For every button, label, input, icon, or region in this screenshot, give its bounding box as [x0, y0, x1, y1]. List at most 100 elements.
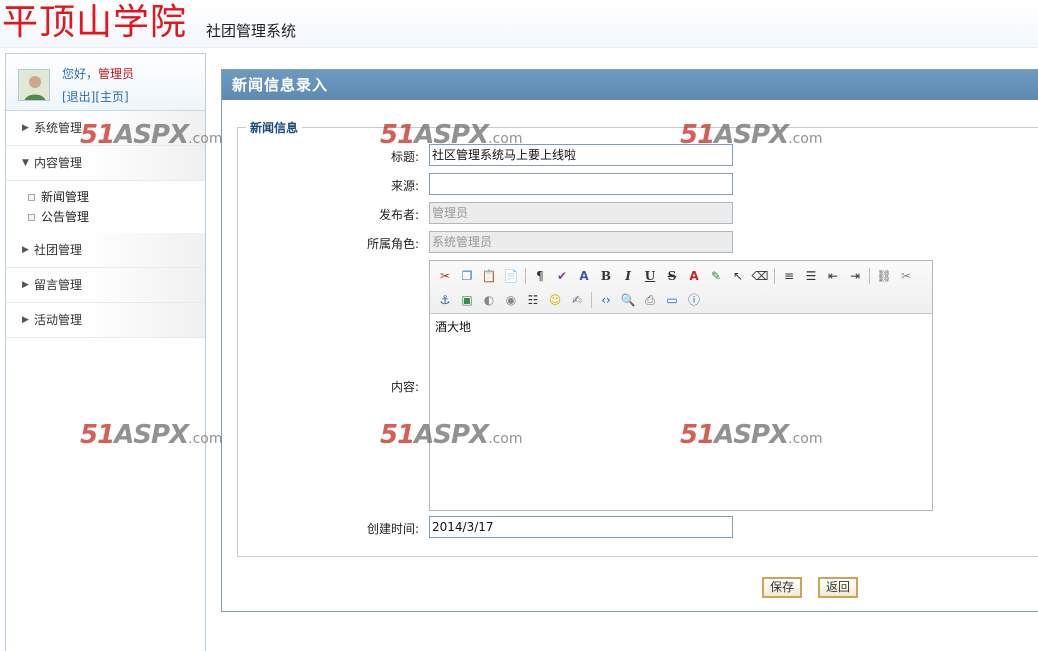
watermark: 51ASPX.com: [380, 120, 523, 150]
link-icon[interactable]: ⛓: [873, 266, 895, 286]
username: 管理员: [98, 67, 135, 81]
underline-icon[interactable]: U: [639, 266, 661, 286]
paragraph-icon[interactable]: ¶: [529, 266, 551, 286]
watermark-gray: ASPX: [714, 420, 789, 450]
menu-activity[interactable]: ▶ 活动管理: [6, 303, 205, 338]
watermark-red: 51: [380, 420, 415, 450]
watermark: 51ASPX.com: [380, 420, 523, 450]
submenu-news-label: 新闻管理: [41, 190, 90, 204]
menu-content-label: 内容管理: [34, 156, 83, 170]
title-label: 标题:: [390, 150, 419, 164]
toolbar-separator: [591, 292, 592, 308]
school-logo-text: 平顶山学院: [2, 2, 188, 43]
watermark-suffix: .com: [788, 131, 823, 147]
submenu-notice-label: 公告管理: [41, 210, 90, 224]
watermark-red: 51: [80, 120, 115, 150]
font-color-icon[interactable]: A: [683, 266, 705, 286]
bullet-icon: [28, 194, 35, 201]
caret-down-icon: ▼: [22, 158, 29, 168]
watermark-gray: ASPX: [414, 420, 489, 450]
select-icon[interactable]: ↖: [727, 266, 749, 286]
created-time-input[interactable]: 2014/3/17: [429, 516, 733, 538]
hr-icon[interactable]: ☷: [522, 290, 544, 310]
unlink-icon[interactable]: ✂: [895, 266, 917, 286]
home-link[interactable]: [主页]: [95, 90, 128, 104]
content-label: 内容:: [390, 380, 419, 394]
source-input[interactable]: [429, 173, 733, 195]
menu-club[interactable]: ▶ 社团管理: [6, 233, 205, 268]
watermark-red: 51: [80, 420, 115, 450]
source-code-icon[interactable]: ‹›: [595, 290, 617, 310]
fieldset-legend: 新闻信息: [246, 119, 303, 136]
italic-icon[interactable]: I: [617, 266, 639, 286]
publisher-label: 发布者:: [378, 208, 419, 222]
watermark-gray: ASPX: [114, 420, 189, 450]
about-icon[interactable]: ⓘ: [683, 290, 705, 310]
highlight-icon[interactable]: ✎: [705, 266, 727, 286]
watermark-gray: ASPX: [114, 120, 189, 150]
watermark-gray: ASPX: [714, 120, 789, 150]
outdent-icon[interactable]: ⇤: [822, 266, 844, 286]
watermark: 51ASPX.com: [680, 120, 823, 150]
submenu-item-news[interactable]: 新闻管理: [28, 187, 205, 207]
print-icon[interactable]: ⎙: [639, 290, 661, 310]
cut-icon[interactable]: ✂: [434, 266, 456, 286]
editor-content-area[interactable]: 酒大地: [430, 314, 932, 339]
watermark-suffix: .com: [188, 131, 223, 147]
user-links: [退出][主页]: [62, 88, 129, 105]
main-panel: 新闻信息录入 新闻信息 标题: 社区管理系统马上要上线啦 来源: 发布者: 管理…: [221, 69, 1038, 612]
rich-text-editor: ✂ ❐ 📋 📄 ¶ ✔ A B I U S A ✎ ↖ ⌫ ≡ ☰ ⇤ ⇥ ⛓ …: [429, 260, 933, 511]
watermark: 51ASPX.com: [80, 420, 223, 450]
toolbar-row-2: ⚓ ▣ ◐ ◉ ☷ ☺ ✍ ‹› 🔍 ⎙ ▭ ⓘ: [434, 288, 928, 312]
header-bar: 平顶山学院 社团管理系统: [0, 0, 1038, 48]
caret-right-icon: ▶: [22, 280, 29, 290]
fullscreen-icon[interactable]: ▭: [661, 290, 683, 310]
image-icon[interactable]: ▣: [456, 290, 478, 310]
flash-icon[interactable]: ◐: [478, 290, 500, 310]
menu-system-label: 系统管理: [34, 121, 83, 135]
user-avatar-icon: [19, 70, 49, 100]
system-subtitle: 社团管理系统: [206, 22, 297, 40]
copy-icon[interactable]: ❐: [456, 266, 478, 286]
paste-icon[interactable]: 📋: [478, 266, 500, 286]
align-left-icon[interactable]: ≡: [778, 266, 800, 286]
media-icon[interactable]: ◉: [500, 290, 522, 310]
preview-icon[interactable]: 🔍: [617, 290, 639, 310]
emoticon-icon[interactable]: ☺: [544, 290, 566, 310]
form-icon[interactable]: ✍: [566, 290, 588, 310]
back-button[interactable]: 返回: [818, 577, 859, 598]
caret-right-icon: ▶: [22, 315, 29, 325]
list-icon[interactable]: ☰: [800, 266, 822, 286]
publisher-input: 管理员: [429, 202, 733, 224]
avatar: [18, 69, 50, 101]
content-submenu: 新闻管理 公告管理: [6, 181, 205, 233]
bold-icon[interactable]: B: [595, 266, 617, 286]
page: 平顶山学院 社团管理系统 您好，管理员 [退出][主页] ▶ 系统管理 ▼ 内容…: [0, 0, 1038, 651]
spellcheck-icon[interactable]: ✔: [551, 266, 573, 286]
role-label: 所属角色:: [366, 237, 419, 251]
menu-message[interactable]: ▶ 留言管理: [6, 268, 205, 303]
save-button[interactable]: 保存: [762, 577, 803, 598]
greeting: 您好，管理员: [62, 65, 134, 82]
indent-icon[interactable]: ⇥: [844, 266, 866, 286]
created-label: 创建时间:: [366, 522, 419, 536]
greeting-text: 您好，: [62, 67, 99, 81]
watermark-gray: ASPX: [414, 120, 489, 150]
strikethrough-icon[interactable]: S: [661, 266, 683, 286]
role-input: 系统管理员: [429, 231, 733, 253]
menu-content[interactable]: ▼ 内容管理: [6, 146, 205, 181]
source-label: 来源:: [390, 179, 419, 193]
watermark: 51ASPX.com: [680, 420, 823, 450]
panel-title: 新闻信息录入: [222, 70, 1038, 100]
paste-text-icon[interactable]: 📄: [500, 266, 522, 286]
toolbar-separator: [525, 268, 526, 284]
caret-right-icon: ▶: [22, 245, 29, 255]
logout-link[interactable]: [退出]: [62, 90, 95, 104]
anchor-icon[interactable]: ⚓: [434, 290, 456, 310]
font-size-icon[interactable]: A: [573, 266, 595, 286]
editor-toolbar: ✂ ❐ 📋 📄 ¶ ✔ A B I U S A ✎ ↖ ⌫ ≡ ☰ ⇤ ⇥ ⛓ …: [430, 261, 932, 314]
toolbar-row-1: ✂ ❐ 📋 📄 ¶ ✔ A B I U S A ✎ ↖ ⌫ ≡ ☰ ⇤ ⇥ ⛓ …: [434, 264, 928, 288]
eraser-icon[interactable]: ⌫: [749, 266, 771, 286]
submenu-item-notice[interactable]: 公告管理: [28, 207, 205, 227]
watermark-red: 51: [680, 420, 715, 450]
